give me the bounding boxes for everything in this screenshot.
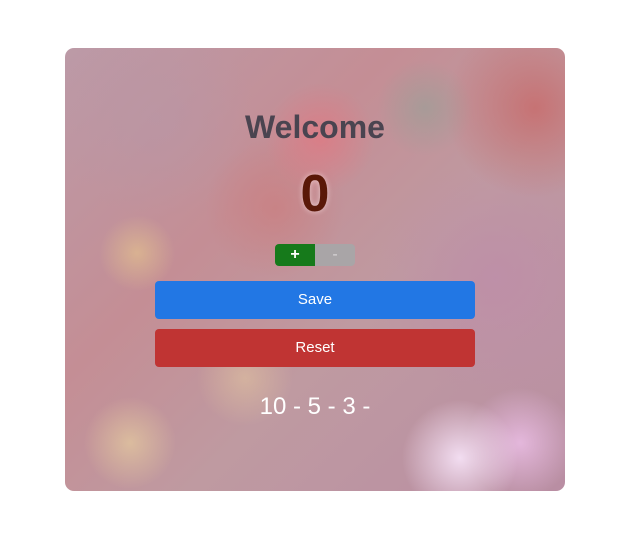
counter-value: 0 xyxy=(300,165,330,223)
page-title: Welcome xyxy=(245,109,385,145)
decrement-button[interactable]: - xyxy=(315,244,355,266)
increment-button[interactable]: + xyxy=(275,244,315,266)
counter-stepper: + - xyxy=(275,244,355,266)
saved-values-history: 10 - 5 - 3 - xyxy=(259,393,371,420)
save-button[interactable]: Save xyxy=(155,281,475,319)
counter-card: Welcome 0 + - Save Reset 10 - 5 - 3 - xyxy=(65,48,565,491)
reset-button[interactable]: Reset xyxy=(155,329,475,367)
